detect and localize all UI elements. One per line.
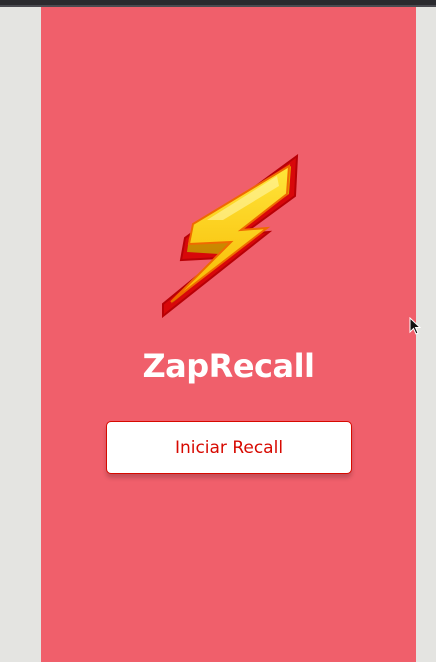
start-recall-button[interactable]: Iniciar Recall [106,421,352,474]
app-screen: ZapRecall Iniciar Recall [41,7,416,662]
mouse-pointer-icon [409,317,421,335]
logo [159,153,301,319]
start-recall-button-label: Iniciar Recall [174,437,284,458]
browser-top-bar [0,0,436,7]
app-title: ZapRecall [142,347,315,385]
lightning-bolt-icon [162,153,299,319]
